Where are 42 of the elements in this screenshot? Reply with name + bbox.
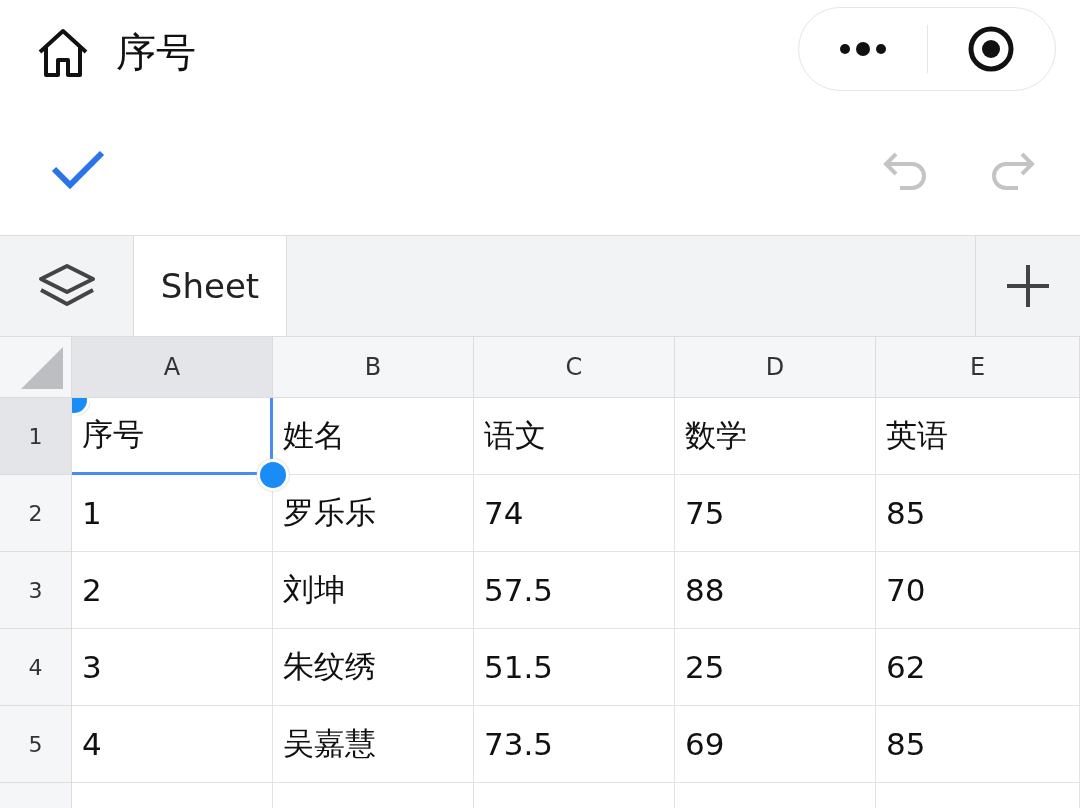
column-header[interactable]: C <box>474 337 675 398</box>
page-title: 序号 <box>116 28 197 77</box>
table-cell[interactable]: 73.5 <box>474 706 675 783</box>
table-cell[interactable]: 语文 <box>474 398 675 475</box>
table-cell[interactable]: 3 <box>72 629 273 706</box>
column-header[interactable]: D <box>675 337 876 398</box>
table-cell[interactable]: 朱纹绣 <box>273 629 474 706</box>
table-cell[interactable]: 69 <box>675 706 876 783</box>
table-cell[interactable]: 4 <box>72 706 273 783</box>
target-icon <box>967 24 1016 73</box>
home-icon[interactable] <box>36 27 90 78</box>
select-all-icon[interactable] <box>21 347 63 389</box>
row-header[interactable]: 3 <box>0 552 72 629</box>
table-cell[interactable]: 2 <box>72 552 273 629</box>
sheet-tab[interactable]: Sheet <box>134 236 287 336</box>
table-cell[interactable]: 62 <box>876 629 1080 706</box>
table-cell[interactable]: 吴嘉慧 <box>273 706 474 783</box>
column-header[interactable]: E <box>876 337 1080 398</box>
column-header[interactable]: A <box>72 337 273 398</box>
table-cell[interactable]: 85 <box>876 475 1080 552</box>
table-cell[interactable]: 57.5 <box>474 552 675 629</box>
row-header[interactable]: 1 <box>0 398 72 475</box>
table-cell[interactable]: 88 <box>675 552 876 629</box>
table-cell[interactable]: 数学 <box>675 398 876 475</box>
row-header[interactable]: 4 <box>0 629 72 706</box>
selection-handle[interactable] <box>257 459 289 491</box>
table-cell[interactable]: 51.5 <box>474 629 675 706</box>
table-cell[interactable]: 75 <box>675 475 876 552</box>
undo-button[interactable] <box>882 150 928 190</box>
table-cell[interactable]: 25 <box>675 629 876 706</box>
plus-icon <box>1005 263 1051 309</box>
confirm-button[interactable] <box>50 149 106 191</box>
table-cell[interactable]: 刘坤 <box>273 552 474 629</box>
redo-button[interactable] <box>990 150 1036 190</box>
row-header[interactable]: 2 <box>0 475 72 552</box>
more-icon <box>837 41 888 56</box>
table-cell[interactable]: 70 <box>876 552 1080 629</box>
table-cell[interactable]: 74 <box>474 475 675 552</box>
table-cell[interactable]: 英语 <box>876 398 1080 475</box>
row-header[interactable]: 5 <box>0 706 72 783</box>
column-header[interactable]: B <box>273 337 474 398</box>
table-cell[interactable]: 85 <box>876 706 1080 783</box>
